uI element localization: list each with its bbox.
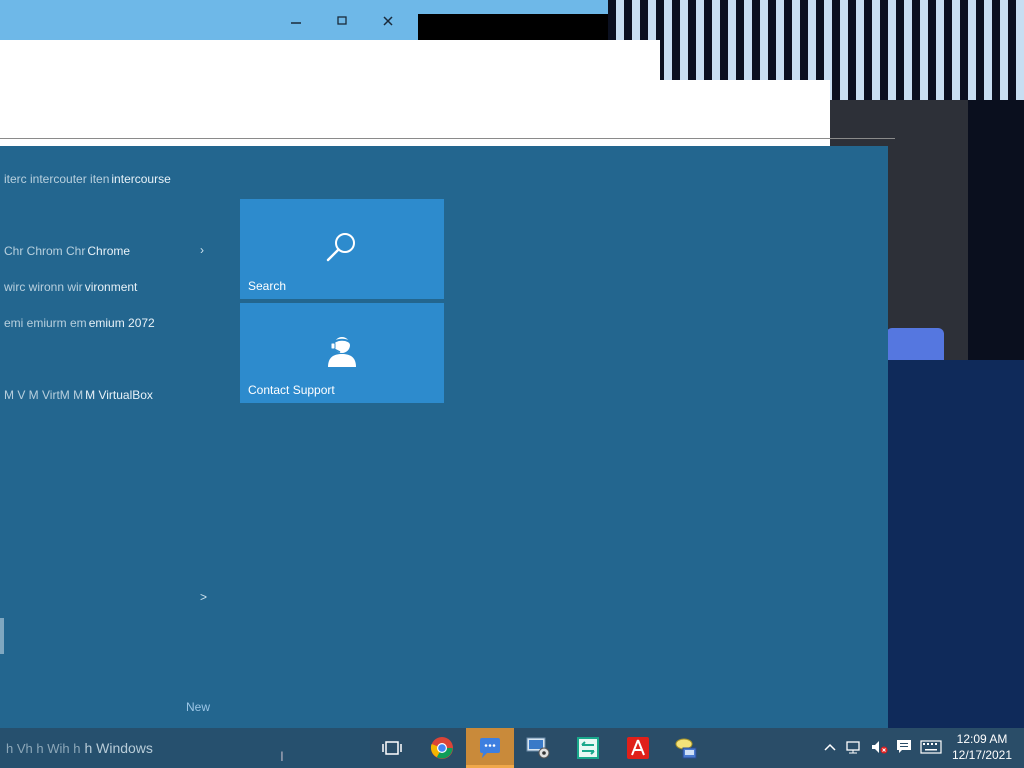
touch-keyboard-button[interactable] [916,739,946,757]
tile-contact-support[interactable]: Contact Support [240,303,444,403]
ftp-client-button[interactable] [564,728,612,768]
remote-desktop-button[interactable] [514,728,562,768]
app-item-chrome[interactable]: Chr Chrom Chr Chrome [4,240,130,262]
notifications-button[interactable] [892,739,916,758]
minimize-button[interactable] [274,6,318,36]
system-tray [820,728,946,768]
app-item-label: emium 2072 [88,316,155,330]
remote-desktop-icon [526,737,550,759]
app-item-virtualbox[interactable]: M V M VirtM M M VirtualBox [4,384,153,406]
chevron-up-icon [824,743,836,751]
action-center-icon [897,739,911,753]
keyboard-icon [920,739,942,754]
search-ghost-text: h Vh h Wih h [6,740,81,756]
start-menu: iterc intercouter iten intercourse Chr C… [0,146,888,728]
acrobat-button[interactable] [614,728,662,768]
chat-button[interactable] [466,728,514,768]
app-item-ghost-text: Chr Chrom Chr [4,244,86,258]
tile-label: Contact Support [248,383,335,397]
app-item-ghost-text: wirc wironn wir [4,280,83,294]
close-icon [383,16,393,26]
volume-muted-icon [872,740,888,753]
tile-label: Search [248,279,287,293]
chat-icon [480,738,500,758]
show-hidden-icons-button[interactable] [820,741,840,755]
app-item-ghost-text: emi emiurm em [4,316,87,330]
volume-button[interactable] [866,739,892,758]
restore-icon [337,16,347,25]
clock[interactable]: 12:09 AM 12/17/2021 [944,731,1020,763]
minimize-icon [291,22,301,24]
chrome-icon [430,737,453,759]
app-item-ghost-text: M V M VirtM M [4,388,84,402]
taskbar-search-box[interactable]: h Vh h Wih h h Windows I [0,728,370,768]
chrome-button[interactable] [418,728,466,768]
taskbar: h Vh h Wih h h Windows I 12:09 AM 12/17/… [0,728,1024,768]
ftp-icon [577,737,599,759]
background-window-content-strip [660,80,830,146]
tile-search[interactable]: Search [240,199,444,299]
clock-date: 12/17/2021 [951,748,1013,762]
background-divider [0,138,895,139]
search-icon [326,233,355,262]
app-item-label: M VirtualBox [85,388,153,402]
clock-time: 12:09 AM [956,732,1008,746]
network-status-button[interactable] [840,739,866,758]
support-icon [328,337,356,367]
close-button[interactable] [366,6,410,36]
network-icon [846,740,860,753]
new-badge: New [186,700,211,714]
scrollbar-thumb[interactable] [0,618,4,654]
app-item-environment[interactable]: wirc wironn wir vironment [4,276,137,298]
app-item-ghost-text: iterc intercouter iten [4,172,110,186]
background-desktop-wallpaper [888,360,1024,730]
background-window-content [0,40,660,146]
network-tool-icon [675,738,697,759]
app-item-label: intercourse [111,172,171,186]
acrobat-icon [627,737,649,759]
app-item-premium[interactable]: emi emiurm em emium 2072 [4,312,155,334]
group-chevron-icon[interactable]: > [200,590,207,604]
maximize-button[interactable] [320,6,364,36]
app-list: iterc intercouter iten intercourse Chr C… [0,146,220,728]
app-item-label: vironment [84,280,138,294]
text-cursor-icon: I [280,748,284,764]
app-item-label: Chrome [87,244,131,258]
task-view-button[interactable] [368,728,416,768]
task-view-icon [382,741,402,755]
app-item-intercourse[interactable]: iterc intercouter iten intercourse [4,168,171,190]
search-placeholder: h Windows [84,740,153,756]
background-window-titlebar-fragment [418,0,608,14]
network-tool-button[interactable] [662,728,710,768]
chevron-right-icon[interactable]: › [200,243,204,257]
